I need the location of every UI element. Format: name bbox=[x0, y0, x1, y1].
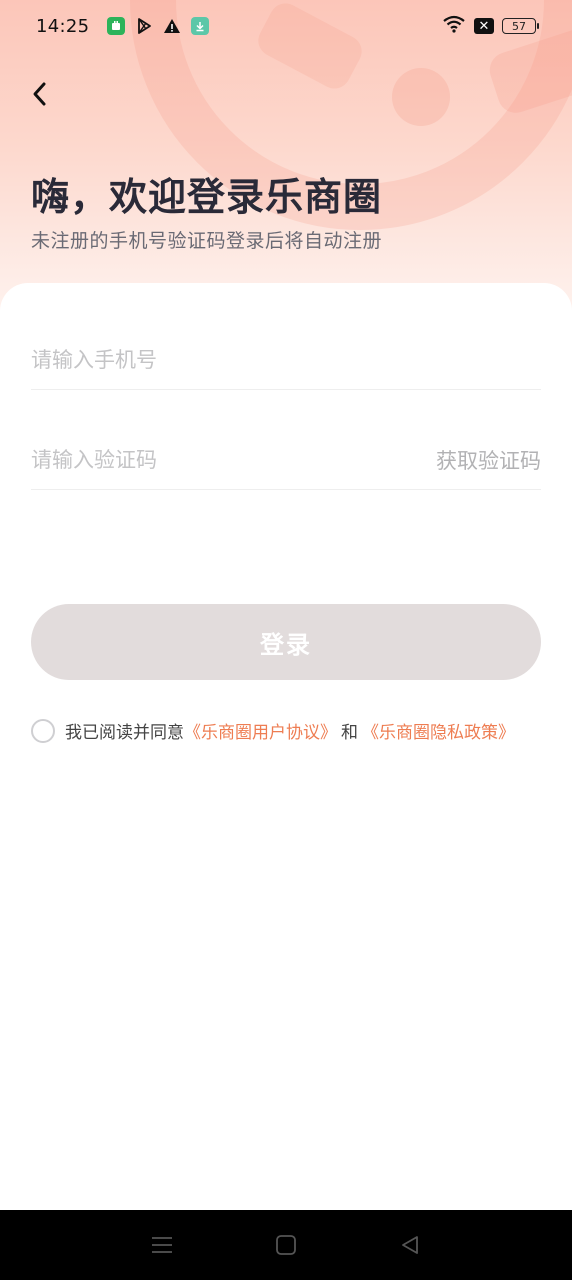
chevron-left-icon bbox=[33, 82, 46, 106]
system-nav-bar bbox=[0, 1210, 572, 1280]
login-button[interactable]: 登录 bbox=[31, 604, 541, 680]
get-code-button[interactable]: 获取验证码 bbox=[436, 445, 541, 475]
battery-level: 57 bbox=[512, 19, 526, 33]
page-title: 嗨，欢迎登录乐商圈 bbox=[31, 175, 383, 219]
page-subtitle: 未注册的手机号验证码登录后将自动注册 bbox=[31, 230, 383, 252]
back-button[interactable] bbox=[22, 76, 58, 112]
wifi-icon bbox=[442, 15, 466, 37]
status-system-icons: ✕ 57 bbox=[442, 15, 539, 37]
agreement-row: 我已阅读并同意 《乐商圈用户协议》 和 《乐商圈隐私政策》 bbox=[31, 718, 515, 743]
status-bar: 14:25 ✕ 57 bbox=[0, 0, 572, 52]
decor-dot bbox=[392, 68, 450, 126]
privacy-policy-link[interactable]: 《乐商圈隐私政策》 bbox=[362, 718, 515, 743]
download-icon bbox=[191, 17, 210, 35]
code-field: 获取验证码 bbox=[31, 430, 541, 490]
app-green-icon bbox=[107, 17, 126, 35]
battery-icon: 57 bbox=[502, 18, 539, 34]
user-agreement-link[interactable]: 《乐商圈用户协议》 bbox=[184, 718, 337, 743]
status-notification-icons bbox=[107, 17, 210, 35]
play-store-icon bbox=[135, 17, 153, 35]
phone-input[interactable] bbox=[31, 330, 541, 389]
warning-icon bbox=[163, 17, 181, 35]
verification-code-input[interactable] bbox=[31, 430, 436, 489]
menu-icon[interactable] bbox=[142, 1225, 182, 1265]
home-square-icon[interactable] bbox=[266, 1225, 306, 1265]
back-triangle-icon[interactable] bbox=[390, 1225, 430, 1265]
close-box-icon: ✕ bbox=[474, 18, 494, 34]
status-time: 14:25 bbox=[36, 15, 90, 37]
login-card bbox=[0, 283, 572, 1210]
agreement-checkbox[interactable] bbox=[31, 718, 55, 743]
agreement-joiner: 和 bbox=[341, 723, 358, 743]
agreement-prefix: 我已阅读并同意 bbox=[65, 723, 184, 743]
phone-field bbox=[31, 330, 541, 390]
